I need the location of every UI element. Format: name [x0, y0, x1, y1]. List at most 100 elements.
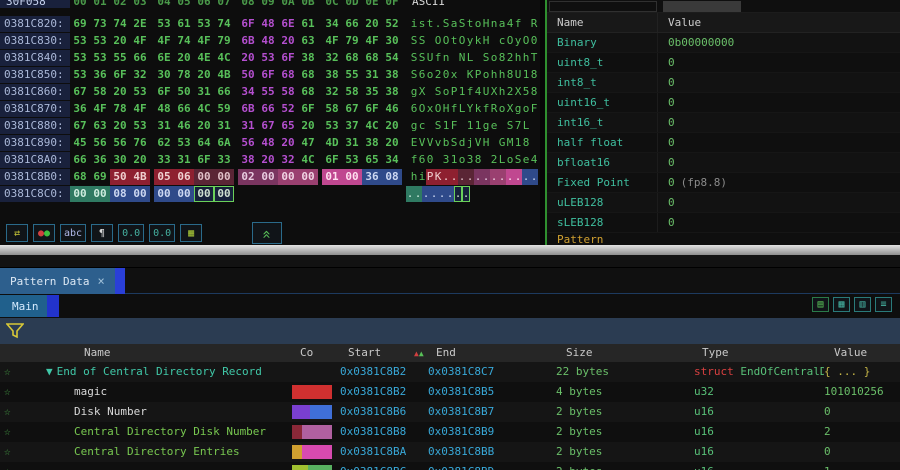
ascii-char[interactable]: . — [462, 186, 470, 202]
hex-byte[interactable]: 64 — [194, 135, 214, 151]
hex-byte[interactable]: 6F — [110, 67, 130, 83]
table-row[interactable]: ☆magic0x0381C8B20x0381C8B54 bytesu321010… — [0, 382, 900, 402]
hex-byte[interactable]: 4F — [154, 33, 174, 49]
ascii-char[interactable]: 1 — [474, 118, 482, 134]
ascii-char[interactable]: o — [458, 152, 466, 168]
hex-byte[interactable]: 00 — [154, 186, 174, 202]
hex-byte[interactable]: 31 — [154, 118, 174, 134]
expand-arrow-icon[interactable]: ▼ — [46, 365, 53, 378]
ascii-char[interactable]: o — [498, 101, 506, 117]
ascii-char[interactable]: . — [442, 169, 450, 185]
hex-byte[interactable]: 56 — [110, 135, 130, 151]
hex-byte[interactable]: 53 — [194, 16, 214, 32]
inspector-row[interactable]: bfloat160 — [547, 153, 900, 173]
hex-byte[interactable]: 20 — [382, 118, 402, 134]
ascii-char[interactable]: X — [490, 84, 498, 100]
hex-byte[interactable]: 73 — [90, 16, 110, 32]
ascii-char[interactable]: F — [530, 101, 538, 117]
ascii-char[interactable]: O — [434, 33, 442, 49]
inspector-row[interactable]: int16_t0 — [547, 113, 900, 133]
ascii-char[interactable]: 6 — [418, 67, 426, 83]
ascii-char[interactable]: . — [406, 186, 414, 202]
inspector-row[interactable]: half float0 — [547, 133, 900, 153]
ascii-char[interactable]: H — [482, 16, 490, 32]
hex-byte[interactable]: 61 — [298, 16, 318, 32]
hex-byte[interactable]: 20 — [174, 50, 194, 66]
ascii-char[interactable]: h — [498, 67, 506, 83]
hex-byte[interactable]: 78 — [110, 101, 130, 117]
hex-byte[interactable]: 63 — [298, 33, 318, 49]
hex-byte[interactable]: 52 — [382, 16, 402, 32]
row-color-cell[interactable] — [292, 462, 340, 470]
favorite-star-icon[interactable]: ☆ — [4, 462, 30, 470]
ascii-char[interactable]: U — [514, 67, 522, 83]
hex-byte[interactable]: 20 — [298, 118, 318, 134]
ascii-char[interactable]: a — [498, 16, 506, 32]
ascii-char[interactable]: 4 — [530, 152, 538, 168]
hex-byte[interactable]: 69 — [70, 16, 90, 32]
hex-byte[interactable]: 61 — [174, 16, 194, 32]
hex-byte[interactable]: 20 — [194, 118, 214, 134]
hex-byte[interactable]: 74 — [214, 16, 234, 32]
ascii-char[interactable]: S — [450, 135, 458, 151]
hex-byte[interactable]: 79 — [342, 33, 362, 49]
col-header-start[interactable]: Start — [348, 344, 381, 362]
hex-byte[interactable]: 78 — [174, 67, 194, 83]
table-row[interactable]: ☆Central Directory Entries0x0381C8BA0x03… — [0, 442, 900, 462]
hex-byte[interactable]: 36 — [90, 152, 110, 168]
hex-byte[interactable]: 32 — [322, 84, 342, 100]
ascii-char[interactable]: c — [418, 118, 426, 134]
ascii-char[interactable]: S — [506, 118, 514, 134]
ascii-char[interactable]: S — [442, 16, 450, 32]
hex-byte[interactable]: 67 — [70, 84, 90, 100]
ascii-char[interactable]: 1 — [466, 118, 474, 134]
ascii-char[interactable]: n — [490, 16, 498, 32]
ascii-char[interactable]: h — [490, 67, 498, 83]
ascii-char[interactable]: . — [530, 169, 538, 185]
ascii-char[interactable]: 5 — [522, 84, 530, 100]
ascii-char[interactable]: v — [434, 135, 442, 151]
ascii-char[interactable]: S — [410, 67, 418, 83]
hex-byte[interactable]: 56 — [90, 135, 110, 151]
row-color-cell[interactable] — [292, 382, 340, 402]
ascii-char[interactable]: 1 — [450, 152, 458, 168]
ascii-char[interactable]: o — [426, 67, 434, 83]
hex-byte[interactable]: 53 — [174, 135, 194, 151]
inspector-row-value[interactable]: 0 — [657, 193, 900, 212]
hex-byte[interactable]: 58 — [342, 84, 362, 100]
hex-byte[interactable]: 20 — [258, 152, 278, 168]
hex-byte[interactable]: 00 — [342, 169, 362, 185]
ascii-char[interactable]: S — [410, 50, 418, 66]
ascii-char[interactable]: O — [434, 101, 442, 117]
inspector-row[interactable]: int8_t0 — [547, 73, 900, 93]
ascii-char[interactable]: f — [450, 101, 458, 117]
grid-view-icon[interactable]: ▤ — [812, 297, 829, 312]
hex-byte[interactable]: 6A — [214, 135, 234, 151]
hex-byte[interactable]: 53 — [130, 84, 150, 100]
hex-byte[interactable]: 38 — [238, 152, 258, 168]
ascii-char[interactable]: o — [522, 101, 530, 117]
ascii-char[interactable]: c — [498, 33, 506, 49]
hex-byte[interactable]: 65 — [362, 152, 382, 168]
hex-byte[interactable]: 45 — [70, 135, 90, 151]
ascii-char[interactable]: S — [410, 33, 418, 49]
col-header-size[interactable]: Size — [566, 344, 593, 362]
ascii-char[interactable]: T — [530, 50, 538, 66]
col-header-value[interactable]: Value — [834, 344, 867, 362]
hex-byte[interactable]: 66 — [130, 50, 150, 66]
hex-byte[interactable]: 63 — [90, 118, 110, 134]
hex-byte[interactable]: 65 — [278, 118, 298, 134]
ascii-char[interactable]: 8 — [498, 50, 506, 66]
ascii-char[interactable]: 3 — [442, 152, 450, 168]
ascii-char[interactable]: S — [458, 16, 466, 32]
ascii-char[interactable]: j — [466, 135, 474, 151]
table-view-icon[interactable]: ▦ — [833, 297, 850, 312]
inspector-row[interactable]: Fixed Point0(fp8.8) — [547, 173, 900, 193]
hex-byte[interactable]: 53 — [70, 33, 90, 49]
ascii-char[interactable]: 8 — [506, 67, 514, 83]
ascii-char[interactable]: y — [466, 33, 474, 49]
hex-byte[interactable]: 66 — [70, 152, 90, 168]
ascii-char[interactable]: a — [450, 16, 458, 32]
hex-byte[interactable]: 68 — [278, 67, 298, 83]
inspector-row-value[interactable]: 0b00000000 — [657, 33, 900, 52]
